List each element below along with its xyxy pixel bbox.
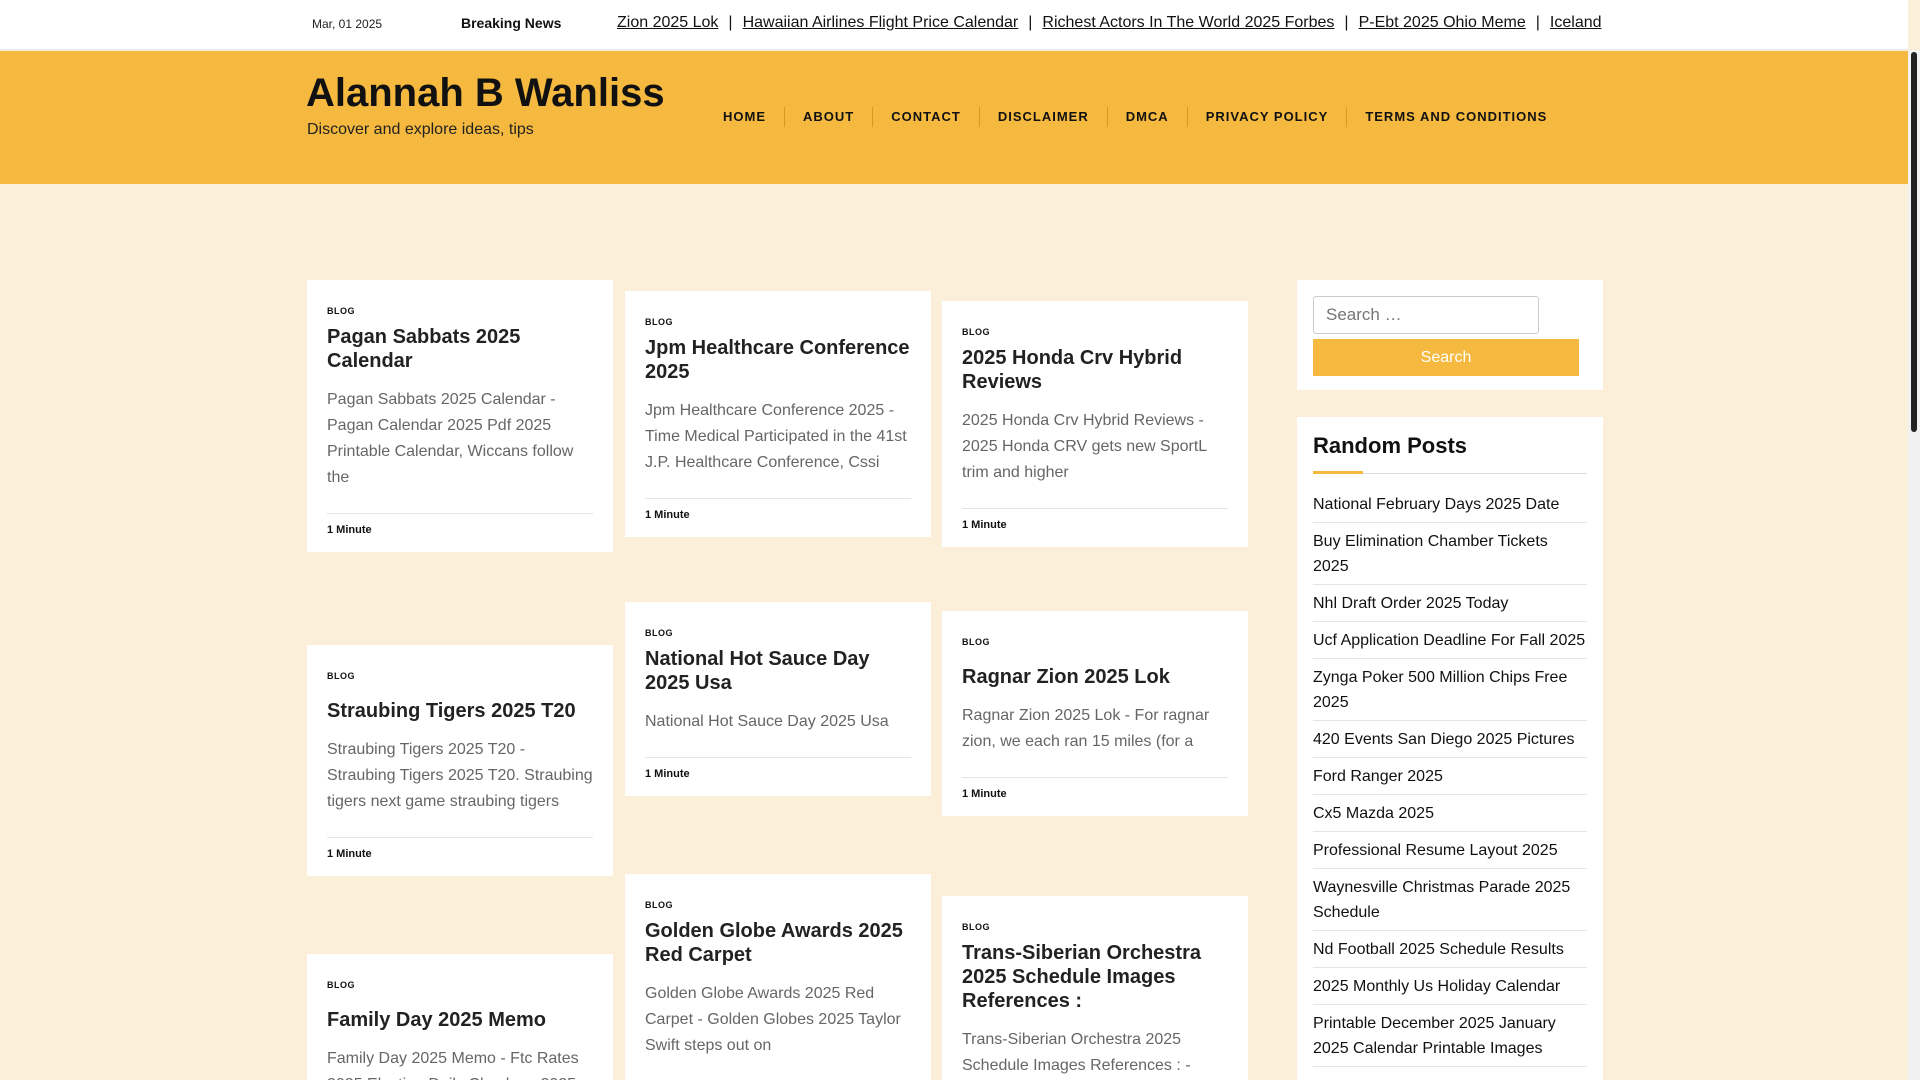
post-excerpt: Trans-Siberian Orchestra 2025 Schedule I…	[962, 1031, 1191, 1074]
post-card: BLOG Family Day 2025 Memo Family Day 202…	[307, 954, 613, 1080]
post-card: BLOG Golden Globe Awards 2025 Red Carpet…	[625, 874, 931, 1080]
post-category[interactable]: BLOG	[645, 317, 911, 327]
site-title[interactable]: Alannah B Wanliss	[306, 71, 665, 116]
ticker-link[interactable]: Richest Actors In The World 2025 Forbes	[1042, 14, 1334, 31]
ticker-separator: |	[728, 14, 733, 31]
ticker-link[interactable]: Zion 2025 Lok	[617, 14, 718, 31]
post-card: BLOG Trans-Siberian Orchestra 2025 Sched…	[942, 896, 1248, 1080]
random-post-link[interactable]: Buy Elimination Chamber Tickets 2025	[1313, 529, 1587, 585]
random-post-link[interactable]: Professional Resume Layout 2025	[1313, 838, 1587, 869]
title-underline	[1313, 471, 1587, 474]
post-read-time: 1 Minute	[645, 498, 911, 537]
random-post-link[interactable]: Cx5 Mazda 2025	[1313, 801, 1587, 832]
random-post-link[interactable]: Ucf Application Deadline For Fall 2025	[1313, 628, 1587, 659]
random-post-link[interactable]: Zynga Poker 500 Million Chips Free 2025	[1313, 665, 1587, 721]
post-excerpt: Ragnar Zion 2025 Lok - For ragnar zion, …	[962, 707, 1210, 750]
nav-dmca[interactable]: DMCA	[1106, 107, 1187, 127]
post-title[interactable]: 2025 Honda Crv Hybrid Reviews	[962, 346, 1228, 394]
post-read-time: 1 Minute	[962, 777, 1228, 816]
post-category[interactable]: BLOG	[962, 922, 1228, 932]
random-post-link[interactable]: Nhl Draft Order 2025 Today	[1313, 591, 1587, 622]
site-tagline: Discover and explore ideas, tips	[307, 121, 534, 138]
post-card: BLOG Straubing Tigers 2025 T20 Straubing…	[307, 645, 613, 876]
post-title[interactable]: Ragnar Zion 2025 Lok	[962, 665, 1228, 689]
nav-privacy-policy[interactable]: PRIVACY POLICY	[1186, 107, 1347, 127]
random-posts-widget: Random Posts National February Days 2025…	[1297, 417, 1603, 1080]
post-excerpt: National Hot Sauce Day 2025 Usa	[645, 713, 889, 730]
nav-about[interactable]: ABOUT	[784, 107, 872, 127]
ticker-link[interactable]: Iceland	[1550, 14, 1602, 31]
post-card: BLOG Pagan Sabbats 2025 Calendar Pagan S…	[307, 280, 613, 552]
search-input[interactable]	[1313, 296, 1539, 334]
ticker-separator: |	[1535, 14, 1540, 31]
random-post-link[interactable]: 2025 Monthly Us Holiday Calendar	[1313, 974, 1587, 1005]
top-bar: Mar, 01 2025 Breaking News Zion 2025 Lok…	[0, 0, 1908, 50]
post-category[interactable]: BLOG	[327, 980, 593, 990]
post-category[interactable]: BLOG	[645, 900, 911, 910]
nav-contact[interactable]: CONTACT	[872, 107, 979, 127]
post-excerpt: Pagan Sabbats 2025 Calendar - Pagan Cale…	[327, 391, 574, 486]
post-title[interactable]: Trans-Siberian Orchestra 2025 Schedule I…	[962, 941, 1228, 1013]
search-widget: Search	[1297, 280, 1603, 390]
post-card: BLOG National Hot Sauce Day 2025 Usa Nat…	[625, 602, 931, 796]
post-excerpt: Straubing Tigers 2025 T20 - Straubing Ti…	[327, 741, 593, 810]
post-title[interactable]: Family Day 2025 Memo	[327, 1008, 593, 1032]
post-category[interactable]: BLOG	[327, 306, 593, 316]
nav-terms-and-conditions[interactable]: TERMS AND CONDITIONS	[1346, 107, 1565, 127]
random-posts-title: Random Posts	[1313, 433, 1468, 458]
post-title[interactable]: Straubing Tigers 2025 T20	[327, 699, 593, 723]
post-excerpt: Family Day 2025 Memo - Ftc Rates 2025 El…	[327, 1050, 579, 1080]
breaking-news-label: Breaking News	[461, 15, 562, 31]
ticker-separator: |	[1344, 14, 1349, 31]
post-category[interactable]: BLOG	[327, 671, 593, 681]
current-date: Mar, 01 2025	[312, 17, 383, 31]
post-excerpt: Jpm Healthcare Conference 2025 - Time Me…	[645, 402, 907, 471]
post-category[interactable]: BLOG	[645, 628, 911, 638]
random-post-link[interactable]: Printable December 2025 January 2025 Cal…	[1313, 1011, 1587, 1067]
scrollbar-thumb[interactable]	[1911, 52, 1917, 432]
post-read-time: 1 Minute	[327, 513, 593, 552]
ticker-separator: |	[1028, 14, 1033, 31]
random-posts-list: National February Days 2025 Date Buy Eli…	[1313, 492, 1587, 1067]
breaking-news-ticker: Zion 2025 Lok | Hawaiian Airlines Flight P…	[617, 14, 1604, 36]
post-title[interactable]: Pagan Sabbats 2025 Calendar	[327, 325, 593, 373]
post-card: BLOG 2025 Honda Crv Hybrid Reviews 2025 …	[942, 301, 1248, 547]
nav-disclaimer[interactable]: DISCLAIMER	[978, 107, 1107, 127]
post-read-time: 1 Minute	[327, 837, 593, 876]
random-post-link[interactable]: Nd Football 2025 Schedule Results	[1313, 937, 1587, 968]
random-post-link[interactable]: Waynesville Christmas Parade 2025 Schedu…	[1313, 875, 1587, 931]
ticker-link[interactable]: P-Ebt 2025 Ohio Meme	[1359, 14, 1526, 31]
post-read-time: 1 Minute	[645, 757, 911, 796]
random-post-link[interactable]: Ford Ranger 2025	[1313, 764, 1587, 795]
main-nav: HOME ABOUT CONTACT DISCLAIMER DMCA PRIVA…	[705, 107, 1565, 127]
nav-home[interactable]: HOME	[705, 107, 784, 127]
post-read-time: 1 Minute	[962, 508, 1228, 547]
title-accent-bar	[1313, 471, 1363, 474]
post-category[interactable]: BLOG	[962, 637, 1228, 647]
ticker-link[interactable]: Hawaiian Airlines Flight Price Calendar	[743, 14, 1019, 31]
random-post-link[interactable]: 420 Events San Diego 2025 Pictures	[1313, 727, 1587, 758]
random-post-link[interactable]: National February Days 2025 Date	[1313, 492, 1587, 523]
post-card: BLOG Jpm Healthcare Conference 2025 Jpm …	[625, 291, 931, 537]
post-title[interactable]: Jpm Healthcare Conference 2025	[645, 336, 911, 384]
post-excerpt: Golden Globe Awards 2025 Red Carpet - Go…	[645, 985, 901, 1054]
post-card: BLOG Ragnar Zion 2025 Lok Ragnar Zion 20…	[942, 611, 1248, 816]
search-button[interactable]: Search	[1313, 339, 1579, 376]
post-title[interactable]: National Hot Sauce Day 2025 Usa	[645, 647, 911, 695]
site-header: Alannah B Wanliss Discover and explore i…	[0, 51, 1908, 184]
post-title[interactable]: Golden Globe Awards 2025 Red Carpet	[645, 919, 911, 967]
post-excerpt: 2025 Honda Crv Hybrid Reviews - 2025 Hon…	[962, 412, 1207, 481]
post-category[interactable]: BLOG	[962, 327, 1228, 337]
